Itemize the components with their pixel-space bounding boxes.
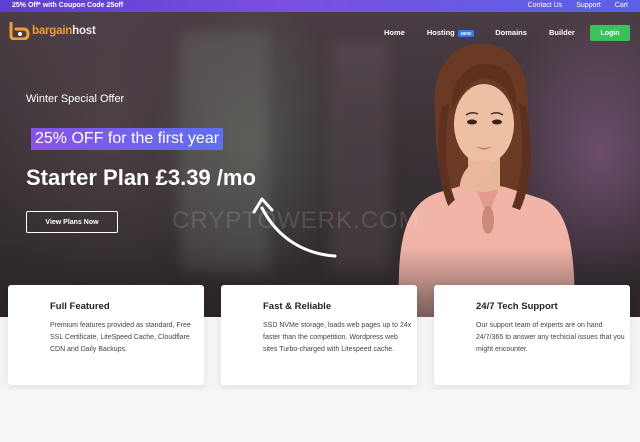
support-icon [449,302,467,320]
top-links: Contact Us Support Cart [528,2,628,9]
feature-title: Fast & Reliable [263,301,332,312]
nav-builder[interactable]: Builder [549,28,575,37]
hero-eyebrow: Winter Special Offer [26,93,125,105]
nav-domains[interactable]: Domains [495,28,527,37]
feature-title: 24/7 Tech Support [476,301,558,312]
feature-card-tech-support: 24/7 Tech Support Our support team of ex… [434,285,630,385]
speed-icon [236,302,254,320]
hero-section: bargainhost Home Hosting NEW Domains Buil… [0,12,640,317]
nav-hosting[interactable]: Hosting NEW [426,28,475,37]
main-nav: Home Hosting NEW Domains Builder [384,28,575,37]
nav-home[interactable]: Home [384,28,405,37]
feature-description: Our support team of experts are on hand … [476,322,625,353]
feature-description: Premium features provided as standard, F… [50,322,191,353]
support-link[interactable]: Support [576,2,601,9]
page-bottom [0,390,640,442]
contact-us-link[interactable]: Contact Us [528,2,563,9]
promo-text: 25% Off* with Coupon Code 25off [12,1,124,9]
feature-title: Full Featured [50,301,110,312]
feature-card-full-featured: Full Featured Premium features provided … [8,285,204,385]
feature-card-fast-reliable: Fast & Reliable SSD NVMe storage, loads … [221,285,417,385]
view-plans-button[interactable]: View Plans Now [26,211,118,233]
feature-description: SSD NVMe storage, loads web pages up to … [263,322,412,353]
logo-mark-icon [9,22,30,40]
nav-hosting-label: Hosting [426,28,455,37]
promo-bar: 25% Off* with Coupon Code 25off Contact … [0,0,640,12]
login-button[interactable]: Login [590,25,630,41]
new-badge: NEW [457,29,475,37]
brand-logo[interactable]: bargainhost [8,22,96,40]
check-icon [23,302,41,320]
plan-price-heading: Starter Plan £3.39 /mo [26,165,256,190]
cart-link[interactable]: Cart [615,2,628,9]
offer-highlight: 25% OFF for the first year [31,128,224,150]
brand-name: bargainhost [32,25,96,37]
curved-arrow-icon [252,197,337,258]
